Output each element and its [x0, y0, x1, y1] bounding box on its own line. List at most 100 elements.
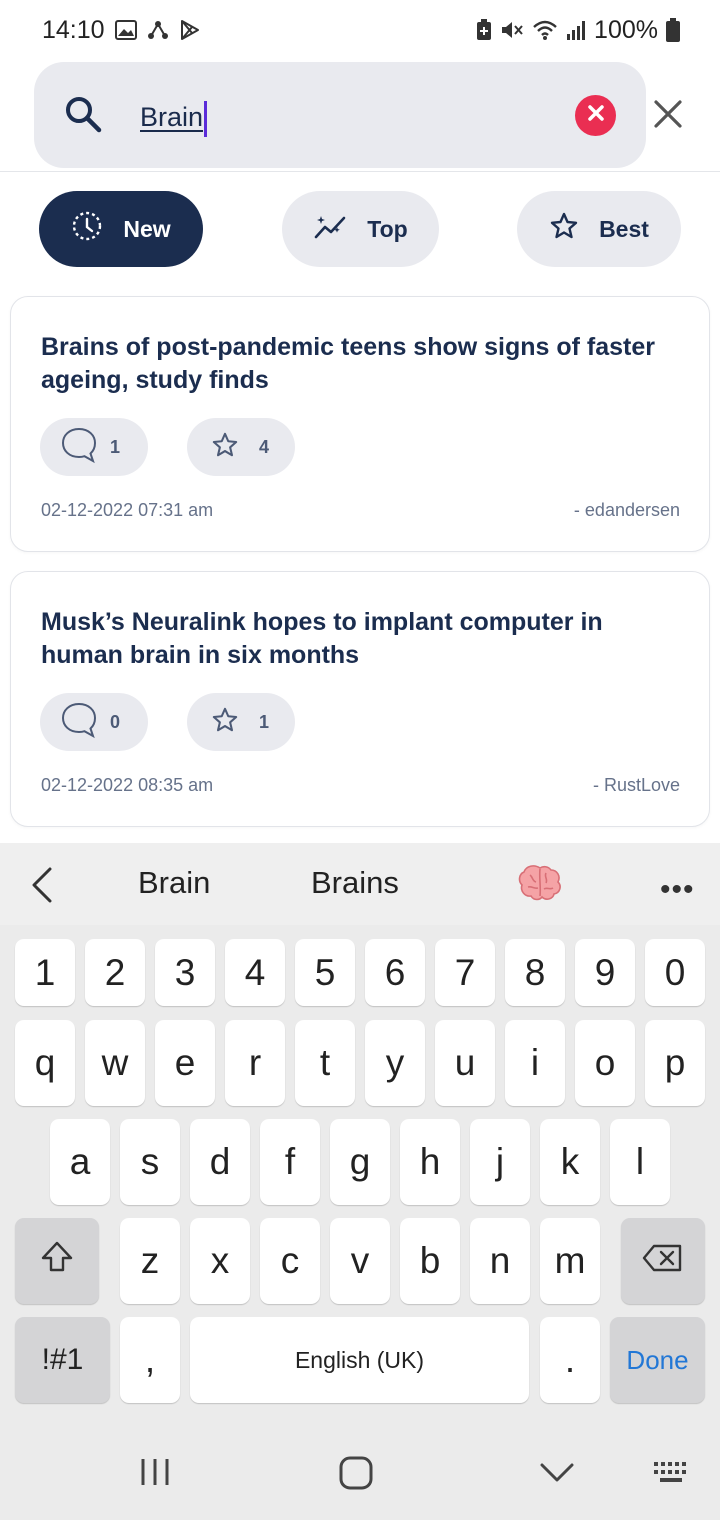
key-w[interactable]: w	[85, 1020, 145, 1106]
result-title[interactable]: Musk’s Neuralink hopes to implant comput…	[41, 606, 671, 672]
backspace-key[interactable]	[621, 1218, 705, 1304]
result-card[interactable]: Musk’s Neuralink hopes to implant comput…	[10, 571, 710, 827]
key-i[interactable]: i	[505, 1020, 565, 1106]
key-9[interactable]: 9	[575, 939, 635, 1006]
star-icon	[211, 431, 239, 464]
search-query-text: Brain	[140, 102, 204, 132]
key-r[interactable]: r	[225, 1020, 285, 1106]
key-4[interactable]: 4	[225, 939, 285, 1006]
star-count: 4	[259, 436, 270, 457]
home-icon	[339, 1456, 373, 1494]
search-input[interactable]: Brain	[34, 62, 646, 168]
key-j[interactable]: j	[470, 1119, 530, 1205]
star-icon	[211, 706, 239, 739]
done-key[interactable]: Done	[610, 1317, 705, 1403]
key-t[interactable]: t	[295, 1020, 355, 1106]
keyboard-switch-button[interactable]	[652, 1460, 692, 1491]
close-search-button[interactable]	[652, 98, 684, 135]
image-icon	[114, 20, 137, 40]
stars-button[interactable]: 4	[187, 418, 295, 476]
comment-icon	[60, 701, 98, 744]
recents-button[interactable]	[139, 1456, 171, 1493]
wifi-icon	[532, 19, 558, 41]
search-icon	[64, 95, 102, 138]
battery-percent: 100%	[594, 15, 658, 44]
text-caret	[204, 100, 208, 137]
key-2[interactable]: 2	[85, 939, 145, 1006]
key-c[interactable]: c	[260, 1218, 320, 1304]
close-icon	[652, 100, 684, 134]
filter-best-button[interactable]: Best	[517, 191, 681, 267]
suggestion-back-button[interactable]	[30, 865, 54, 910]
clear-icon	[586, 103, 606, 128]
clear-search-button[interactable]	[575, 95, 616, 136]
period-key[interactable]: .	[540, 1317, 600, 1403]
space-key[interactable]: English (UK)	[190, 1317, 529, 1403]
key-h[interactable]: h	[400, 1119, 460, 1205]
key-8[interactable]: 8	[505, 939, 565, 1006]
shift-icon	[39, 1239, 75, 1284]
trending-icon	[313, 211, 347, 247]
key-a[interactable]: a	[50, 1119, 110, 1205]
result-author: - RustLove	[592, 775, 680, 795]
key-d[interactable]: d	[190, 1119, 250, 1205]
key-m[interactable]: m	[540, 1218, 600, 1304]
status-right: 100%	[476, 16, 680, 45]
suggestion-word[interactable]: Brain	[138, 865, 210, 901]
keyboard: Brain Brains ••• 1 2 3 4 5 6 7 8 9 0 q w…	[0, 843, 720, 1418]
key-0[interactable]: 0	[645, 939, 705, 1006]
chevron-left-icon	[30, 867, 54, 909]
back-button[interactable]	[540, 1462, 574, 1489]
key-q[interactable]: q	[15, 1020, 75, 1106]
home-button[interactable]	[339, 1456, 373, 1495]
recents-icon	[139, 1459, 171, 1492]
key-7[interactable]: 7	[435, 939, 495, 1006]
key-1[interactable]: 1	[15, 939, 75, 1006]
key-u[interactable]: u	[435, 1020, 495, 1106]
brain-emoji-icon[interactable]	[518, 863, 562, 908]
symbols-key[interactable]: !#1	[15, 1317, 110, 1403]
key-v[interactable]: v	[330, 1218, 390, 1304]
key-e[interactable]: e	[155, 1020, 215, 1106]
key-k[interactable]: k	[540, 1119, 600, 1205]
mute-icon	[500, 19, 524, 41]
navigation-bar	[0, 1418, 720, 1520]
more-options-button[interactable]: •••	[660, 873, 695, 907]
key-n[interactable]: n	[470, 1218, 530, 1304]
back-icon	[540, 1463, 574, 1488]
star-icon	[549, 211, 579, 247]
shift-key[interactable]	[15, 1218, 99, 1304]
key-x[interactable]: x	[190, 1218, 250, 1304]
backspace-icon	[642, 1240, 684, 1282]
key-z[interactable]: z	[120, 1218, 180, 1304]
status-bar: 14:10 100%	[0, 0, 720, 60]
key-b[interactable]: b	[400, 1218, 460, 1304]
comments-button[interactable]: 1	[40, 418, 148, 476]
key-f[interactable]: f	[260, 1119, 320, 1205]
key-y[interactable]: y	[365, 1020, 425, 1106]
filter-top-label: Top	[367, 215, 408, 242]
stars-button[interactable]: 1	[187, 693, 295, 751]
suggestion-bar: Brain Brains •••	[0, 843, 720, 925]
filter-new-button[interactable]: New	[39, 191, 203, 267]
comment-count: 1	[110, 436, 121, 457]
search-query[interactable]: Brain	[140, 98, 208, 137]
keyboard-icon	[652, 1462, 692, 1490]
key-3[interactable]: 3	[155, 939, 215, 1006]
filter-best-label: Best	[599, 215, 649, 242]
key-5[interactable]: 5	[295, 939, 355, 1006]
key-p[interactable]: p	[645, 1020, 705, 1106]
comments-button[interactable]: 0	[40, 693, 148, 751]
key-l[interactable]: l	[610, 1119, 670, 1205]
key-g[interactable]: g	[330, 1119, 390, 1205]
key-o[interactable]: o	[575, 1020, 635, 1106]
filter-top-button[interactable]: Top	[282, 191, 439, 267]
key-6[interactable]: 6	[365, 939, 425, 1006]
key-s[interactable]: s	[120, 1119, 180, 1205]
suggestion-word[interactable]: Brains	[311, 865, 399, 901]
comment-count: 0	[110, 711, 121, 732]
result-card[interactable]: Brains of post-pandemic teens show signs…	[10, 296, 710, 552]
comma-key[interactable]: ,	[120, 1317, 180, 1403]
filter-new-label: New	[123, 215, 171, 242]
result-title[interactable]: Brains of post-pandemic teens show signs…	[41, 331, 671, 397]
